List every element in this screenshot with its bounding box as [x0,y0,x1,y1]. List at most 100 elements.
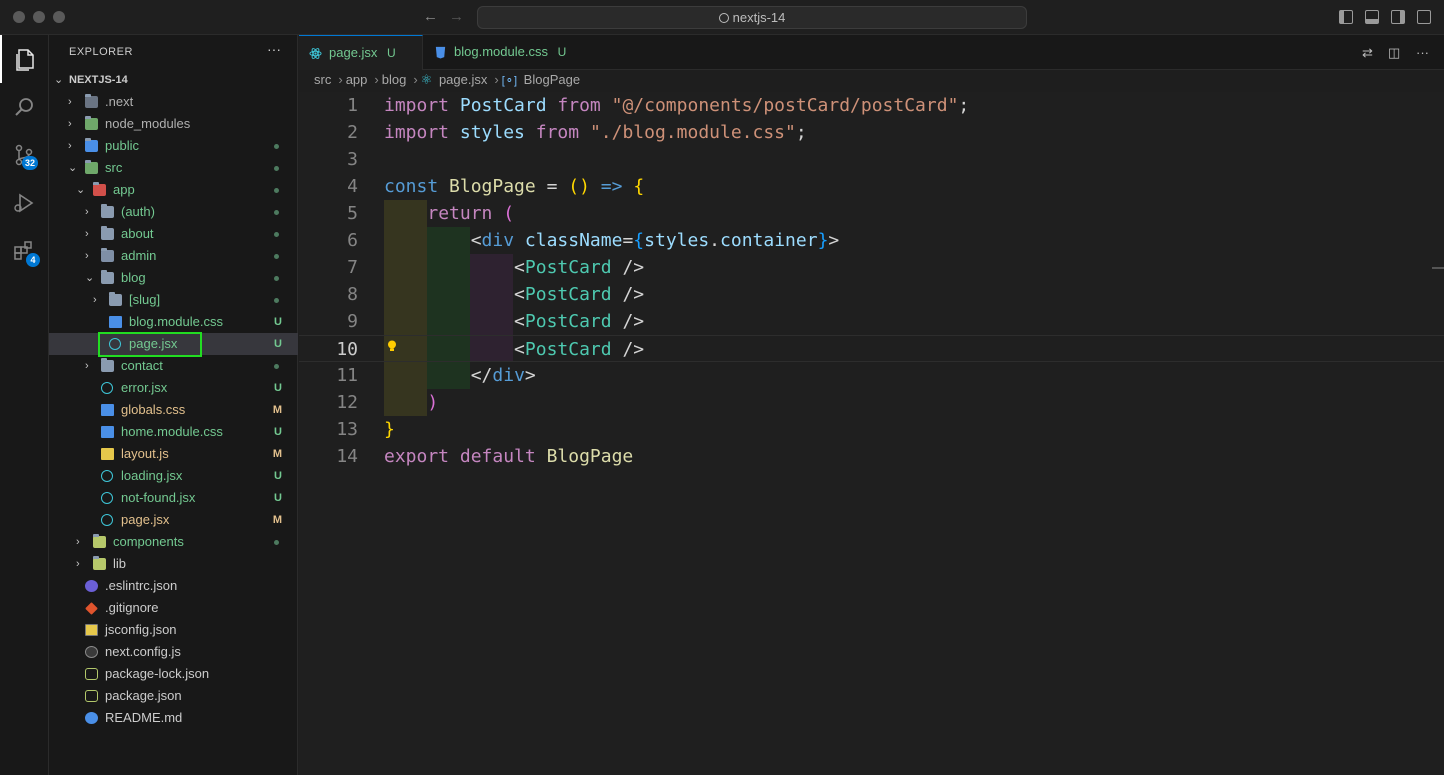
tree-item-home-module-css[interactable]: home.module.css U [49,421,298,443]
tree-item-node-modules[interactable]: › node_modules [49,113,298,135]
chevron-right-icon: › [85,206,89,218]
more-actions-icon[interactable]: ··· [1416,45,1429,60]
breadcrumb-item[interactable]: src [314,72,331,87]
line-number: 7 [347,257,358,278]
tree-item-gitignore[interactable]: .gitignore [49,597,298,619]
source-control-badge: 32 [22,156,39,170]
tree-item-slug[interactable]: › [slug] [49,289,298,311]
code-text: <div className={styles.container}> [470,230,840,251]
git-status-modified: M [272,404,282,416]
tree-item-jsconfig[interactable]: jsconfig.json [49,619,298,641]
line-number: 1 [347,95,358,116]
tree-item-about[interactable]: › about [49,223,298,245]
chevron-down-icon: ⌄ [68,162,78,174]
breadcrumb-item[interactable]: BlogPage [524,72,580,87]
tree-item-auth[interactable]: › (auth) [49,201,298,223]
tree-item-error-jsx[interactable]: error.jsx U [49,377,298,399]
tree-item-not-found-jsx[interactable]: not-found.jsx U [49,487,298,509]
code-text: <PostCard /> [514,311,645,332]
back-arrow-icon[interactable]: ← [423,8,438,25]
nodejs-file-icon [85,668,98,680]
modified-dot [274,188,279,193]
tree-item-readme[interactable]: README.md [49,707,298,729]
close-window-button[interactable] [13,11,25,23]
tab-blog-module-css[interactable]: blog.module.css U [424,35,599,70]
forward-arrow-icon[interactable]: → [449,8,464,25]
workspace-root[interactable]: ⌄ NEXTJS-14 [49,69,298,91]
tree-item-blog-module-css[interactable]: blog.module.css U [49,311,298,333]
lightbulb-icon[interactable] [387,340,397,352]
toggle-panel-icon[interactable] [1365,10,1379,24]
chevron-right-icon: › [68,118,72,130]
react-icon: ⚛ [420,72,433,87]
sidebar-title: EXPLORER [69,46,133,58]
toggle-secondary-sidebar-icon[interactable] [1391,10,1405,24]
open-changes-icon[interactable]: ⇄ [1362,45,1373,61]
tree-item-label: components [113,534,184,549]
explorer-activity[interactable] [0,35,49,83]
more-actions-button[interactable]: ··· [267,41,281,57]
tree-item-components[interactable]: › components [49,531,298,553]
modified-dot [274,298,279,303]
minimize-window-button[interactable] [33,11,45,23]
tree-item-label: contact [121,358,163,373]
breadcrumb-item[interactable]: app [346,72,368,87]
code-line: 5 return ( [299,200,1444,227]
breadcrumb-item[interactable]: page.jsx [439,72,487,87]
breadcrumb-item[interactable]: blog [382,72,407,87]
activity-bar: 32 4 [0,35,49,775]
explorer-sidebar: EXPLORER ··· ⌄ NEXTJS-14 › .next › node_… [49,35,298,775]
jsconfig-file-icon [85,624,98,636]
code-text: import PostCard from "@/components/postC… [384,95,970,116]
scrollbar-marker [1432,267,1444,269]
tree-item-next-config[interactable]: next.config.js [49,641,298,663]
tree-item-app-page-jsx[interactable]: page.jsx M [49,509,298,531]
file-tree: ⌄ NEXTJS-14 › .next › node_modules › pub… [49,69,298,729]
tree-item-eslintrc[interactable]: .eslintrc.json [49,575,298,597]
extensions-activity[interactable]: 4 [0,227,49,275]
code-text: <PostCard /> [514,257,645,278]
search-activity[interactable] [0,83,49,131]
tree-item-layout-js[interactable]: layout.js M [49,443,298,465]
folder-icon [85,138,98,152]
tree-item-src[interactable]: ⌄ src [49,157,298,179]
react-file-icon [101,382,113,394]
maximize-window-button[interactable] [53,11,65,23]
tree-item-blog[interactable]: ⌄ blog [49,267,298,289]
tree-item-label: error.jsx [121,380,168,395]
code-editor[interactable]: 1 import PostCard from "@/components/post… [299,92,1444,775]
tab-status: U [557,45,567,59]
tree-item-package-json[interactable]: package.json [49,685,298,707]
chevron-right-icon: › [68,140,72,152]
tree-item-lib[interactable]: › lib [49,553,298,575]
customize-layout-icon[interactable] [1417,10,1431,24]
tree-item-label: public [105,138,139,153]
tree-item-label: about [121,226,154,241]
line-number: 12 [336,392,358,413]
git-status-modified: M [272,448,282,460]
tree-item-contact[interactable]: › contact [49,355,298,377]
react-file-icon [101,470,113,482]
tree-item-label: README.md [105,710,183,725]
tree-item-loading-jsx[interactable]: loading.jsx U [49,465,298,487]
git-status-untracked: U [274,492,282,504]
run-debug-activity[interactable] [0,179,49,227]
tree-item-admin[interactable]: › admin [49,245,298,267]
modified-dot [274,276,279,281]
toggle-primary-sidebar-icon[interactable] [1339,10,1353,24]
code-line: 12 ) [299,389,1444,416]
tree-item-label: jsconfig.json [105,622,177,637]
command-center-search[interactable]: nextjs-14 [477,6,1027,29]
tree-item-package-lock[interactable]: package-lock.json [49,663,298,685]
tab-label: page.jsx [329,45,378,60]
breadcrumb: src › app › blog › ⚛ page.jsx › [⚬] BlogPage [314,72,583,90]
tree-item-app[interactable]: ⌄ app [49,179,298,201]
code-text: ) [427,392,439,413]
code-line: 2 import styles from "./blog.module.css"; [299,119,1444,146]
tab-page-jsx[interactable]: page.jsx U [299,35,423,70]
tree-item-public[interactable]: › public [49,135,298,157]
split-editor-icon[interactable]: ◫ [1388,45,1400,61]
tree-item-globals-css[interactable]: globals.css M [49,399,298,421]
tree-item-next-folder[interactable]: › .next [49,91,298,113]
source-control-activity[interactable]: 32 [0,131,49,179]
